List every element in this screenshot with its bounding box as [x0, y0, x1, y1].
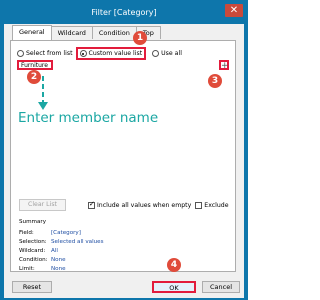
- filter-dialog: Filter [Category] ✕ General Wildcard Con…: [0, 0, 248, 300]
- use-all-radio[interactable]: [152, 50, 160, 57]
- dialog-body: General Wildcard Condition Top Select fr…: [4, 24, 244, 298]
- summary-section: Summary Field: [Category] Selection: Selec…: [19, 219, 104, 274]
- custom-value-list-option[interactable]: Custom value list: [75, 47, 147, 60]
- use-all-option[interactable]: Use all: [152, 50, 182, 57]
- select-from-list-label: Select from list: [26, 50, 73, 57]
- general-panel: Select from list Custom value list Use a…: [10, 40, 236, 272]
- exclude-checkbox[interactable]: [195, 201, 203, 209]
- title-bar[interactable]: Filter [Category]: [0, 0, 248, 24]
- custom-value-input[interactable]: Furniture: [17, 60, 53, 70]
- tab-wildcard[interactable]: Wildcard: [50, 26, 93, 39]
- summary-key: Selection:: [19, 239, 47, 245]
- ok-button[interactable]: OK: [152, 281, 196, 293]
- summary-key: Field:: [19, 230, 34, 236]
- hint-text: Enter member name: [18, 110, 159, 126]
- select-from-list-radio[interactable]: [17, 50, 24, 57]
- use-all-label: Use all: [161, 50, 182, 57]
- exclude-label: Exclude: [204, 201, 229, 209]
- summary-row: Selection: Selected all values: [19, 238, 104, 247]
- summary-key: Limit:: [19, 266, 35, 272]
- summary-key: Condition:: [19, 257, 48, 263]
- step-badge: 3: [208, 74, 222, 88]
- reset-button[interactable]: Reset: [12, 281, 52, 293]
- dialog-title: Filter [Category]: [91, 7, 157, 17]
- list-options-row: Clear List Include all values when empty…: [19, 199, 229, 211]
- include-all-label: Include all values when empty: [96, 201, 192, 209]
- summary-row: Limit: None: [19, 265, 104, 274]
- custom-value-list-label: Custom value list: [88, 50, 143, 57]
- selection-mode-row: Select from list Custom value list Use a…: [17, 47, 231, 60]
- tab-condition[interactable]: Condition: [91, 26, 137, 39]
- summary-row: Field: [Category]: [19, 229, 104, 238]
- cancel-button[interactable]: Cancel: [202, 281, 240, 293]
- summary-value: Selected all values: [51, 239, 104, 245]
- summary-value: None: [51, 257, 66, 263]
- summary-value: [Category]: [51, 230, 81, 236]
- summary-heading: Summary: [19, 219, 47, 225]
- include-all-checkbox[interactable]: [87, 200, 95, 209]
- custom-value-list[interactable]: [17, 75, 229, 193]
- tab-general[interactable]: General: [12, 25, 52, 40]
- dialog-footer: Reset OK Cancel: [4, 274, 244, 298]
- summary-key: Wildcard:: [19, 248, 46, 254]
- select-from-list-option[interactable]: Select from list: [17, 50, 73, 57]
- window-close-button[interactable]: ✕: [225, 4, 243, 17]
- summary-value: None: [51, 266, 66, 272]
- custom-value-input-row: Furniture +: [17, 60, 229, 71]
- summary-value: All: [51, 248, 58, 254]
- clear-list-button[interactable]: Clear List: [19, 199, 66, 211]
- step-badge: 4: [167, 258, 181, 272]
- summary-row: Wildcard: All: [19, 247, 104, 256]
- arrow-down-icon: [38, 76, 48, 110]
- add-value-button[interactable]: +: [219, 60, 229, 71]
- step-badge: 1: [133, 31, 147, 45]
- summary-row: Condition: None: [19, 256, 104, 265]
- custom-value-list-radio[interactable]: [79, 50, 87, 57]
